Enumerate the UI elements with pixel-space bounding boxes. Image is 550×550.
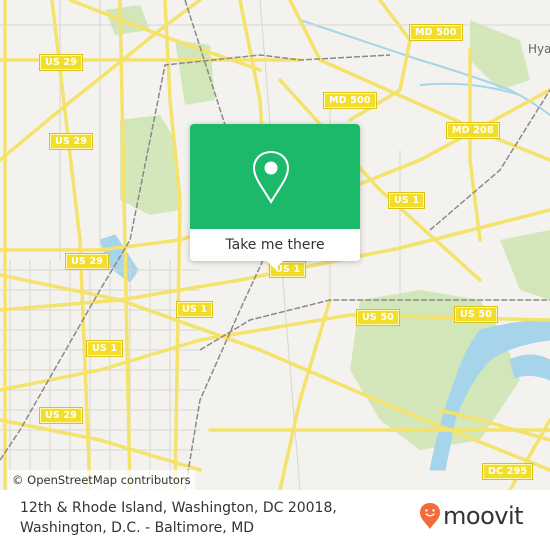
map-attribution[interactable]: © OpenStreetMap contributors: [8, 470, 195, 490]
brand-wordmark: moovit: [443, 502, 524, 530]
route-shield: US 50: [453, 306, 499, 323]
route-shield: US 29: [38, 54, 84, 71]
place-label: Hya: [528, 42, 550, 56]
location-popup: Take me there: [190, 124, 360, 269]
route-shield: US 29: [48, 133, 94, 150]
address-line-1: 12th & Rhode Island, Washington, DC 2001…: [20, 500, 337, 516]
route-shield: US 29: [64, 253, 110, 270]
address-line-2: Washington, D.C. - Baltimore, MD: [20, 520, 255, 536]
route-shield: MD 500: [323, 92, 377, 109]
popup-pointer: [267, 261, 283, 269]
route-shield: US 1: [175, 301, 214, 318]
park: [105, 5, 150, 35]
route-shield: DC 295: [481, 463, 534, 480]
park: [120, 115, 180, 215]
popup-header: [190, 124, 360, 229]
take-me-there-button[interactable]: Take me there: [190, 229, 360, 261]
location-pin-icon: [252, 150, 290, 205]
road: [163, 0, 182, 490]
address: 12th & Rhode Island, Washington, DC 2001…: [20, 498, 337, 538]
route-shield: MD 500: [409, 24, 463, 41]
route-shield: US 50: [355, 309, 401, 326]
park: [175, 40, 215, 105]
footer: 12th & Rhode Island, Washington, DC 2001…: [0, 490, 550, 550]
route-shield: US 1: [85, 340, 124, 357]
road: [278, 298, 332, 490]
moovit-logo[interactable]: moovit: [419, 502, 524, 530]
route-shield: MD 208: [446, 122, 500, 139]
moovit-pin-icon: [420, 503, 440, 529]
river-branch: [509, 354, 550, 381]
route-shield: US 1: [387, 192, 426, 209]
park: [500, 230, 550, 300]
route-shield: US 29: [38, 407, 84, 424]
railway: [429, 89, 550, 231]
